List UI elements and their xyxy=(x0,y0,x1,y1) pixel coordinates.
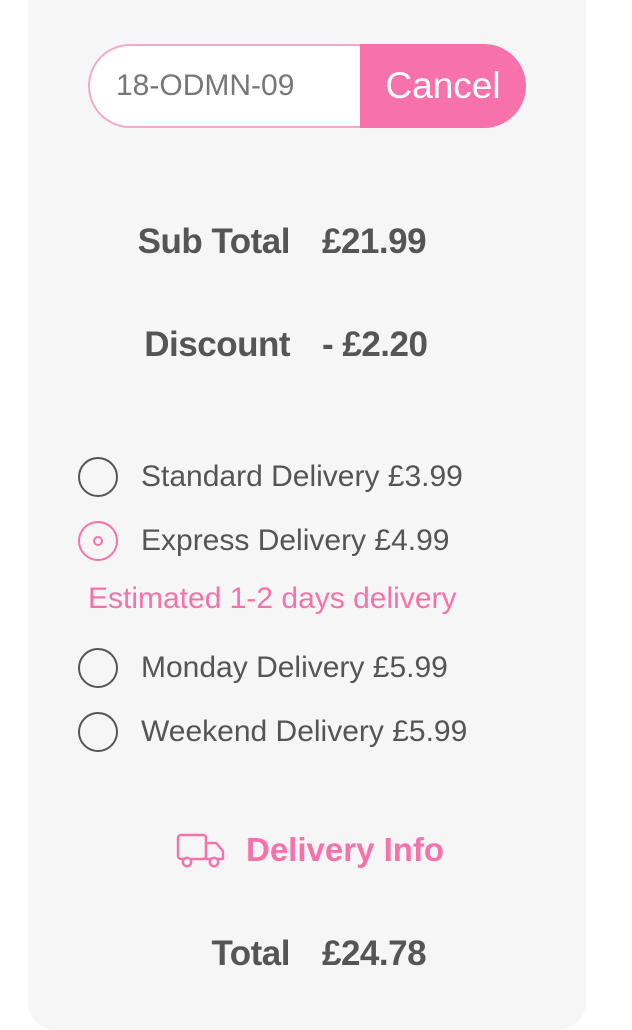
truck-icon xyxy=(176,833,225,868)
total-label: Total xyxy=(211,934,290,973)
delivery-option-label: Standard Delivery £3.99 xyxy=(141,460,463,493)
radio-button[interactable] xyxy=(78,648,118,688)
subtotal-value: £21.99 xyxy=(322,222,427,261)
delivery-option-label: Weekend Delivery £5.99 xyxy=(141,715,468,748)
discount-row: Discount - £2.20 xyxy=(0,315,632,375)
total-value: £24.78 xyxy=(322,934,427,973)
cancel-promo-button[interactable]: Cancel xyxy=(360,44,526,128)
radio-button[interactable] xyxy=(78,712,118,752)
radio-button[interactable] xyxy=(78,521,118,561)
promo-code-input[interactable] xyxy=(88,44,360,128)
delivery-option-weekend[interactable]: Weekend Delivery £5.99 xyxy=(78,708,467,756)
checkout-card xyxy=(28,0,586,1030)
discount-label: Discount xyxy=(144,325,290,364)
delivery-option-label: Monday Delivery £5.99 xyxy=(141,651,448,684)
delivery-info-label: Delivery Info xyxy=(246,831,445,868)
subtotal-row: Sub Total £21.99 xyxy=(0,212,632,272)
delivery-option-monday[interactable]: Monday Delivery £5.99 xyxy=(78,644,448,692)
radio-button[interactable] xyxy=(78,457,118,497)
delivery-option-label: Express Delivery £4.99 xyxy=(141,524,450,557)
delivery-info-link[interactable]: Delivery Info xyxy=(176,826,444,874)
promo-code-form: Cancel xyxy=(88,44,526,128)
subtotal-label: Sub Total xyxy=(137,222,291,261)
delivery-option-standard[interactable]: Standard Delivery £3.99 xyxy=(78,453,463,501)
delivery-option-express[interactable]: Express Delivery £4.99 xyxy=(78,517,449,565)
discount-value: - £2.20 xyxy=(322,325,428,364)
total-row: Total £24.78 xyxy=(0,924,632,984)
delivery-estimate-text: Estimated 1-2 days delivery xyxy=(88,582,457,615)
